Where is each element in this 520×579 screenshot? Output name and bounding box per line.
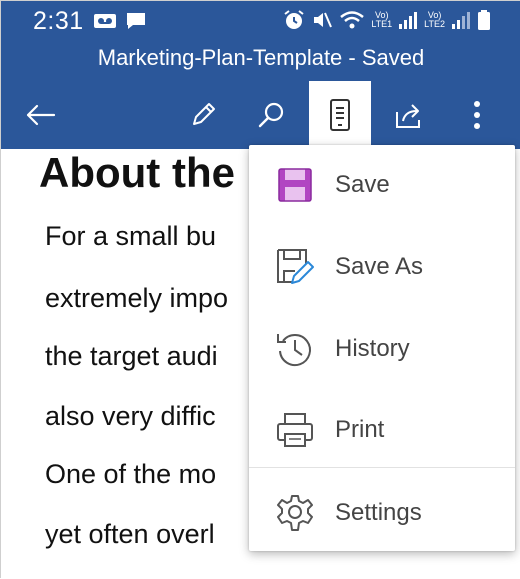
menu-divider [249,467,515,468]
menu-item-label: Print [335,416,385,443]
menu-item-settings[interactable]: Settings [249,473,515,553]
pencil-icon [193,103,215,125]
settings-icon [277,495,313,531]
search-button[interactable] [247,81,295,149]
print-icon [277,413,313,447]
mute-icon [314,12,333,28]
back-arrow-icon [26,104,56,126]
menu-item-save-as[interactable]: Save As [249,227,515,307]
document-line: extremely impo [45,283,229,313]
menu-item-label: Settings [335,499,422,526]
history-icon [277,334,311,367]
signal-icon [399,12,418,29]
app-header: 2:31 Vo) LTE1 Vo) LTE2 Marketing-Plan-Te… [1,1,520,149]
voicemail-icon [94,14,116,28]
more-vertical-icon [474,101,480,129]
save-as-icon [277,249,314,284]
document-line: the target audi [45,341,218,371]
save-icon [278,168,312,202]
document-line: yet often overl [45,519,215,549]
back-button[interactable] [15,81,65,149]
document-line: also very diffic [45,401,216,431]
document-line: For a small bu [45,221,217,251]
document-title: Marketing-Plan-Template - Saved [97,45,425,70]
message-icon [127,13,145,29]
share-icon [396,104,420,128]
menu-item-print[interactable]: Print [249,390,515,470]
edit-button[interactable] [179,81,227,149]
menu-item-label: Save As [335,253,424,280]
share-button[interactable] [385,81,433,149]
overflow-menu: Save Save As History Print Settings [249,145,515,551]
search-icon [258,102,284,128]
menu-item-save[interactable]: Save [249,145,515,225]
alarm-icon [284,10,304,29]
document-line: One of the mo [45,459,217,489]
mobile-view-icon [330,99,350,131]
status-bar: 2:31 Vo) LTE1 Vo) LTE2 [1,1,520,41]
menu-item-history[interactable]: History [249,309,515,389]
more-options-button[interactable] [457,81,497,149]
battery-icon [478,10,490,30]
menu-item-label: History [335,335,410,362]
document-heading: About the [39,149,235,196]
menu-item-label: Save [335,171,390,198]
mobile-view-button[interactable] [309,81,371,149]
wifi-icon [340,11,365,29]
signal-2-icon [452,12,470,29]
sim2-network-label: LTE2 [424,19,445,29]
sim1-network-label: LTE1 [371,19,393,29]
status-time: 2:31 [33,7,84,35]
toolbar [1,81,520,149]
